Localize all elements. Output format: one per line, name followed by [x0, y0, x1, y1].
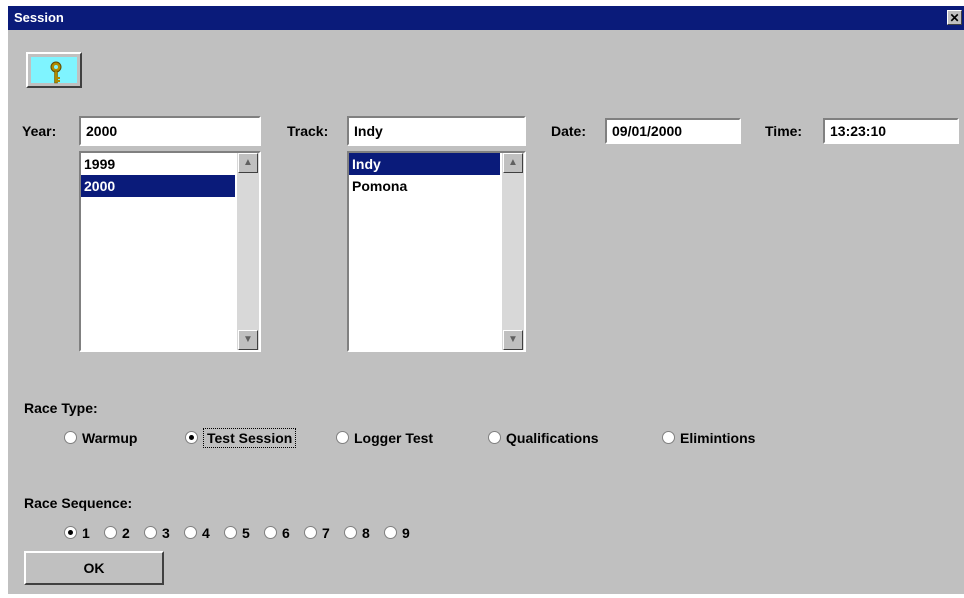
radio-label: 5 — [242, 525, 250, 541]
race-type-warmup-radio[interactable]: Warmup — [64, 430, 137, 446]
radio-label: 4 — [202, 525, 210, 541]
time-label: Time: — [765, 123, 803, 139]
race-sequence-3-radio[interactable]: 3 — [144, 525, 170, 541]
radio-icon — [662, 431, 675, 444]
year-listbox[interactable]: 1999 2000 ▲ ▼ — [79, 151, 261, 352]
radio-label: Elimintions — [680, 430, 756, 446]
race-type-elimintions-radio[interactable]: Elimintions — [662, 430, 755, 446]
radio-icon — [344, 526, 357, 539]
date-label: Date: — [551, 123, 587, 139]
ok-button[interactable]: OK — [24, 551, 164, 585]
radio-icon — [64, 431, 77, 444]
radio-label: 8 — [362, 525, 370, 541]
race-sequence-6-radio[interactable]: 6 — [264, 525, 290, 541]
radio-icon — [184, 526, 197, 539]
key-button[interactable] — [26, 52, 82, 88]
race-sequence-5-radio[interactable]: 5 — [224, 525, 250, 541]
session-window: Session ✕ Year: 2000 1999 2000 ▲ ▼ Track… — [8, 6, 964, 594]
year-option-1999[interactable]: 1999 — [81, 153, 235, 175]
radio-label: 7 — [322, 525, 330, 541]
radio-icon — [264, 526, 277, 539]
race-type-test-session-radio[interactable]: Test Session — [185, 428, 297, 448]
year-scrollbar[interactable]: ▲ ▼ — [237, 153, 259, 350]
key-button-face — [31, 57, 77, 84]
scroll-up-icon[interactable]: ▲ — [238, 153, 258, 173]
scroll-up-icon[interactable]: ▲ — [503, 153, 523, 173]
window-title: Session — [14, 10, 64, 25]
key-icon — [50, 61, 62, 84]
radio-selected-icon — [64, 526, 77, 539]
year-option-2000[interactable]: 2000 — [81, 175, 235, 197]
scroll-down-icon[interactable]: ▼ — [238, 330, 258, 350]
close-icon: ✕ — [949, 11, 960, 25]
year-label: Year: — [22, 123, 57, 139]
time-input[interactable]: 13:23:10 — [823, 118, 959, 144]
race-sequence-4-radio[interactable]: 4 — [184, 525, 210, 541]
radio-icon — [224, 526, 237, 539]
race-sequence-1-radio[interactable]: 1 — [64, 525, 90, 541]
radio-icon — [384, 526, 397, 539]
track-scrollbar[interactable]: ▲ ▼ — [502, 153, 524, 350]
radio-label: 9 — [402, 525, 410, 541]
radio-label: 2 — [122, 525, 130, 541]
radio-label: Test Session — [203, 428, 297, 448]
race-sequence-7-radio[interactable]: 7 — [304, 525, 330, 541]
race-type-qualifications-radio[interactable]: Qualifications — [488, 430, 599, 446]
date-input[interactable]: 09/01/2000 — [605, 118, 741, 144]
track-option-indy[interactable]: Indy — [349, 153, 500, 175]
track-option-pomona[interactable]: Pomona — [349, 175, 500, 197]
year-input[interactable]: 2000 — [79, 116, 261, 146]
track-listbox[interactable]: Indy Pomona ▲ ▼ — [347, 151, 526, 352]
radio-label: 6 — [282, 525, 290, 541]
radio-icon — [104, 526, 117, 539]
radio-icon — [304, 526, 317, 539]
radio-label: 3 — [162, 525, 170, 541]
radio-label: Warmup — [82, 430, 138, 446]
race-type-logger-test-radio[interactable]: Logger Test — [336, 430, 433, 446]
radio-label: Qualifications — [506, 430, 599, 446]
radio-icon — [144, 526, 157, 539]
race-type-label: Race Type: — [24, 400, 98, 416]
race-sequence-label: Race Sequence: — [24, 495, 133, 511]
race-sequence-9-radio[interactable]: 9 — [384, 525, 410, 541]
track-input[interactable]: Indy — [347, 116, 526, 146]
race-sequence-8-radio[interactable]: 8 — [344, 525, 370, 541]
radio-selected-icon — [185, 431, 198, 444]
close-button[interactable]: ✕ — [947, 10, 962, 25]
title-bar[interactable]: Session ✕ — [8, 6, 964, 30]
radio-icon — [488, 431, 501, 444]
track-label: Track: — [287, 123, 329, 139]
radio-label: 1 — [82, 525, 90, 541]
scroll-down-icon[interactable]: ▼ — [503, 330, 523, 350]
radio-icon — [336, 431, 349, 444]
radio-label: Logger Test — [354, 430, 434, 446]
race-sequence-2-radio[interactable]: 2 — [104, 525, 130, 541]
